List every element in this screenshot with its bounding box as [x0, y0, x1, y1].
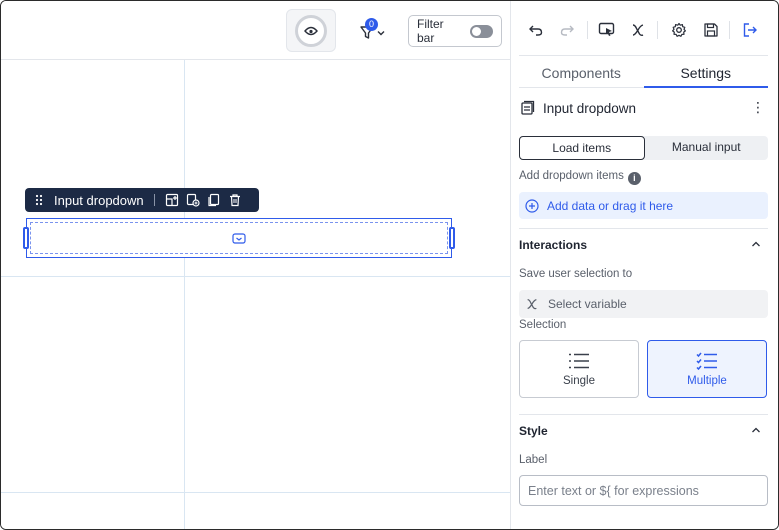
gear-icon[interactable]	[669, 20, 689, 40]
list-icon	[569, 353, 589, 368]
tab-components[interactable]: Components	[519, 56, 644, 88]
redo-icon[interactable]	[557, 20, 577, 40]
preview-button[interactable]	[286, 9, 336, 52]
label-field-label: Label	[519, 454, 548, 466]
resize-handle-left[interactable]	[23, 227, 29, 249]
eye-icon	[295, 14, 327, 47]
duplicate-add-icon[interactable]	[186, 193, 201, 208]
add-data-label: Add data or drag it here	[547, 198, 674, 213]
interactions-section-title[interactable]: Interactions	[519, 238, 587, 252]
dropdown-placeholder	[30, 222, 448, 254]
manual-input-option[interactable]: Manual input	[645, 136, 769, 160]
input-dropdown-component[interactable]	[23, 218, 455, 258]
present-cursor-icon[interactable]	[597, 20, 617, 40]
component-toolbar: Input dropdown	[25, 188, 259, 212]
dropdown-component-icon	[521, 100, 535, 115]
resize-handle-right[interactable]	[449, 227, 455, 249]
filter-bar-label: Filter bar	[417, 17, 444, 45]
app-frame: 0 Filter bar Input dropdown Components S…	[0, 0, 779, 530]
filter-bar-switch[interactable]	[470, 24, 493, 38]
component-title: Input dropdown	[543, 100, 637, 116]
settings-panel: Components Settings Input dropdown ⋮ Loa…	[510, 1, 778, 529]
filter-button[interactable]: 0	[356, 17, 392, 43]
label-input[interactable]	[519, 475, 768, 506]
component-header: Input dropdown ⋮	[519, 97, 769, 119]
variable-icon	[527, 299, 537, 310]
selection-multiple-option[interactable]: Multiple	[647, 340, 767, 398]
chevron-down-icon	[377, 31, 385, 36]
data-source-toggle: Load items Manual input	[519, 136, 768, 160]
add-items-label: Add dropdown items	[519, 170, 624, 182]
toolbar-separator	[153, 194, 155, 206]
dropdown-placeholder-icon	[232, 232, 246, 244]
chevron-up-icon[interactable]	[750, 238, 762, 250]
checklist-icon	[696, 352, 717, 370]
toolbar-divider	[729, 21, 730, 39]
section-divider	[519, 414, 768, 415]
add-items-label-row: Add dropdown items i	[519, 170, 641, 185]
grid-line-horizontal	[1, 276, 510, 277]
load-items-option[interactable]: Load items	[519, 136, 645, 160]
copy-icon[interactable]	[207, 193, 222, 208]
variable-icon[interactable]	[628, 20, 648, 40]
panel-tabs: Components Settings	[519, 55, 768, 88]
selection-single-option[interactable]: Single	[519, 340, 639, 398]
chevron-up-icon[interactable]	[750, 424, 762, 436]
save-selection-label: Save user selection to	[519, 268, 633, 280]
component-toolbar-label: Input dropdown	[54, 192, 144, 208]
select-variable-label: Select variable	[548, 297, 627, 311]
tab-settings[interactable]: Settings	[643, 56, 768, 88]
plus-circle-icon	[525, 198, 539, 213]
section-divider	[519, 228, 768, 229]
toolbar-divider	[657, 21, 658, 39]
exit-icon[interactable]	[740, 20, 760, 40]
filter-bar-toggle-button[interactable]: Filter bar	[408, 15, 502, 47]
trash-icon[interactable]	[228, 193, 243, 208]
canvas-toolbar: 0 Filter bar	[1, 1, 510, 60]
save-icon[interactable]	[701, 20, 721, 40]
add-to-layout-icon[interactable]	[165, 193, 180, 208]
selection-multiple-label: Multiple	[687, 374, 727, 387]
canvas[interactable]: 0 Filter bar Input dropdown	[1, 1, 510, 529]
select-variable-field[interactable]: Select variable	[519, 290, 768, 318]
drag-handle-icon[interactable]	[31, 193, 46, 208]
grid-line-horizontal	[1, 492, 510, 493]
selection-label: Selection	[519, 319, 567, 331]
info-icon[interactable]: i	[627, 171, 641, 185]
style-section-title[interactable]: Style	[519, 424, 548, 438]
undo-icon[interactable]	[526, 20, 546, 40]
grid-line-vertical	[184, 60, 185, 529]
filter-count-badge: 0	[365, 18, 378, 31]
add-data-button[interactable]: Add data or drag it here	[519, 192, 768, 219]
toolbar-divider	[587, 21, 588, 39]
selection-single-label: Single	[563, 374, 595, 387]
more-options-icon[interactable]: ⋮	[751, 100, 765, 114]
